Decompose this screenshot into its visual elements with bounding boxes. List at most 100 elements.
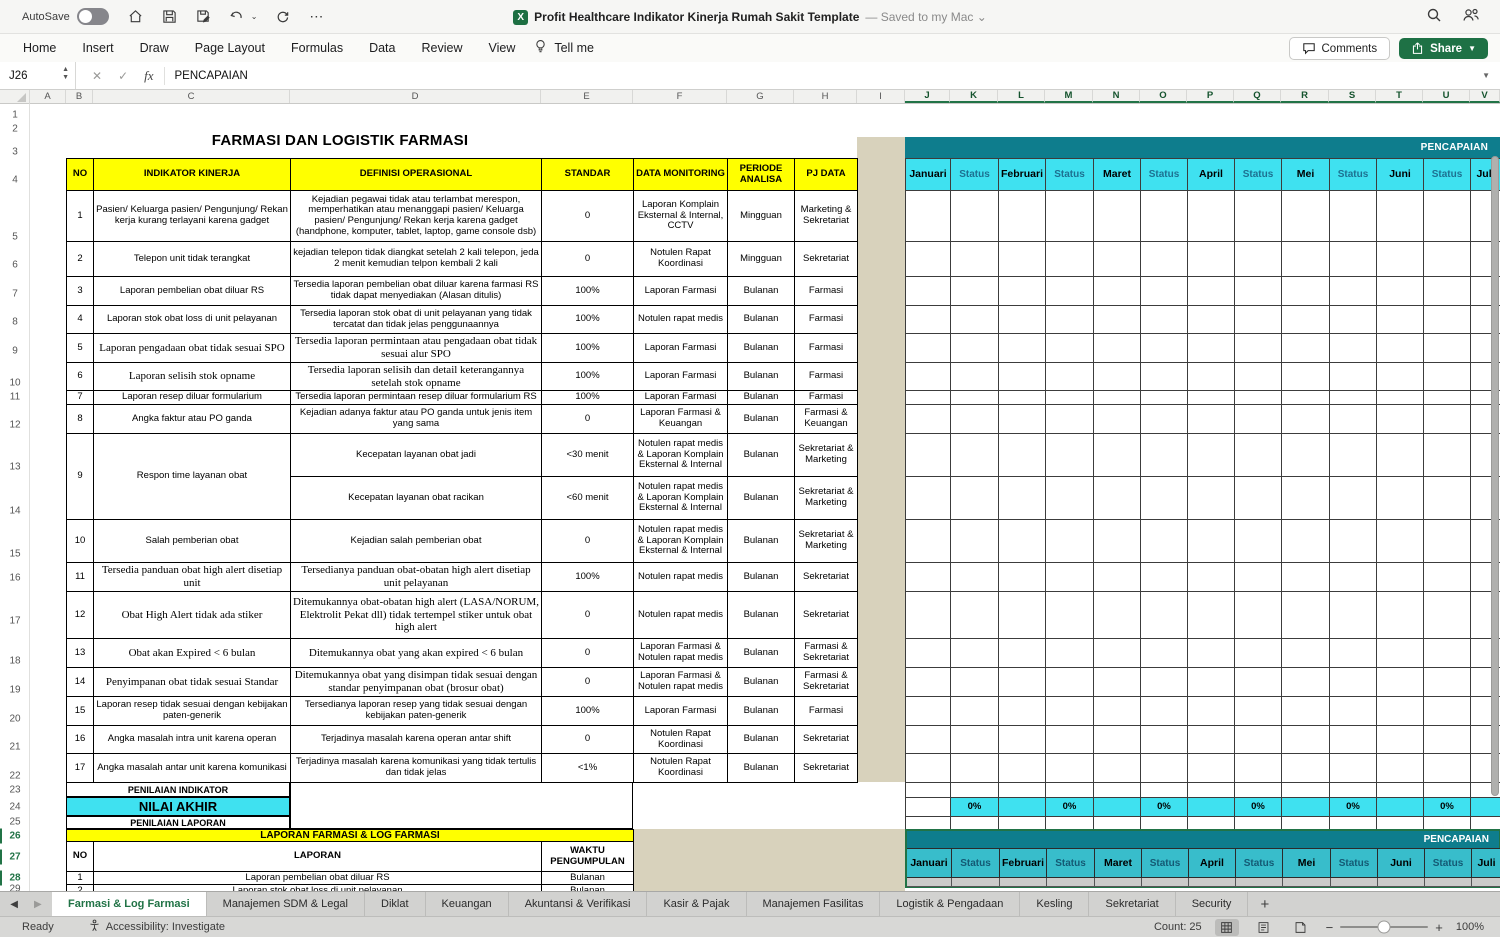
grid-cell[interactable]	[1234, 725, 1282, 754]
grid-cell[interactable]	[950, 476, 999, 520]
cell-indikator[interactable]: Laporan resep tidak sesuai dengan kebija…	[93, 696, 291, 726]
grid-cell[interactable]	[1281, 753, 1330, 783]
cell-periode[interactable]: Mingguan	[727, 190, 795, 242]
cell-definisi[interactable]: Kecepatan layanan obat racikan	[290, 476, 542, 520]
cell-pj[interactable]: Farmasi	[794, 276, 858, 306]
menu-view[interactable]: View	[475, 36, 528, 60]
grid-cell[interactable]	[905, 390, 951, 405]
grid-cell[interactable]	[998, 753, 1046, 783]
cell-definisi[interactable]: Tersedia laporan selisih dan detail kete…	[290, 362, 542, 391]
laporan-cell[interactable]: Bulanan	[541, 871, 634, 886]
grid-cell[interactable]	[1281, 241, 1330, 277]
row-header-28[interactable]: 28	[0, 870, 30, 886]
month-header-cell[interactable]: Maret	[1095, 848, 1142, 878]
grid-cell[interactable]	[905, 333, 951, 363]
cell-indikator[interactable]: Obat High Alert tidak ada stiker	[93, 591, 291, 639]
cell-pj[interactable]: Sekretariat	[794, 725, 858, 754]
cell-pj[interactable]: Sekretariat	[794, 753, 858, 783]
grid-cell[interactable]	[950, 816, 999, 830]
grid-cell[interactable]	[905, 782, 951, 798]
grid-cell[interactable]	[1234, 667, 1282, 697]
grid-cell[interactable]	[1281, 591, 1330, 639]
sheet-tab-kesling[interactable]: Kesling	[1020, 892, 1090, 916]
laporan-cell[interactable]: Laporan pembelian obat diluar RS	[93, 871, 542, 886]
grid-cell[interactable]	[1281, 404, 1330, 434]
cell-periode[interactable]: Bulanan	[727, 362, 795, 391]
status-header-cell[interactable]: Status	[1331, 848, 1378, 878]
grid-cell[interactable]	[1470, 816, 1500, 830]
grid-cell[interactable]	[1423, 241, 1471, 277]
cell-standar[interactable]: 0	[541, 190, 634, 242]
month-header-cell[interactable]: April	[1187, 158, 1235, 191]
col-header-Q[interactable]: Q	[1234, 90, 1281, 103]
grid-cell[interactable]	[950, 591, 999, 639]
col-header-I[interactable]: I	[857, 90, 905, 103]
month-header-cell[interactable]: Februari	[1000, 848, 1047, 878]
cell-indikator[interactable]: Angka masalah antar unit karena komunika…	[93, 753, 291, 783]
month-header-cell[interactable]: Juni	[1378, 848, 1425, 878]
row-header-8[interactable]: 8	[0, 317, 30, 328]
grid-cell[interactable]	[905, 305, 951, 334]
zoom-slider[interactable]: − +	[1326, 920, 1443, 935]
grid-cell[interactable]	[1187, 390, 1235, 405]
home-icon[interactable]	[127, 8, 144, 25]
row-header-5[interactable]: 5	[0, 232, 30, 243]
grid-cell[interactable]	[950, 390, 999, 405]
grid-cell[interactable]	[1187, 591, 1235, 639]
sheet-tab-diklat[interactable]: Diklat	[365, 892, 426, 916]
col-header-O[interactable]: O	[1140, 90, 1187, 103]
cell-indikator[interactable]: Obat akan Expired < 6 bulan	[93, 638, 291, 668]
row-header-16[interactable]: 16	[0, 573, 30, 584]
grid-cell[interactable]	[1281, 190, 1330, 242]
cell-pj[interactable]: Farmasi	[794, 362, 858, 391]
grid-cell[interactable]	[1093, 591, 1141, 639]
cell-no[interactable]: 7	[66, 390, 94, 405]
main-table-header[interactable]: PJ DATA	[794, 158, 858, 191]
row-header-24[interactable]: 24	[0, 802, 30, 813]
cell-standar[interactable]: <60 menit	[541, 476, 634, 520]
menu-page-layout[interactable]: Page Layout	[182, 36, 278, 60]
grid-cell[interactable]	[1187, 476, 1235, 520]
row-header-27[interactable]: 27	[0, 849, 30, 865]
grid-cell[interactable]	[1093, 362, 1141, 391]
grid-cell[interactable]	[1234, 562, 1282, 592]
cell-no[interactable]: 8	[66, 404, 94, 434]
row-header-11[interactable]: 11	[0, 392, 30, 403]
cell-no[interactable]: 10	[66, 519, 94, 563]
name-box-stepper[interactable]: ▲ ▼	[62, 66, 69, 82]
month-header-cell[interactable]: April	[1189, 848, 1236, 878]
cell-indikator[interactable]: Angka faktur atau PO ganda	[93, 404, 291, 434]
formula-input[interactable]: PENCAPAIAN	[175, 70, 248, 82]
sheet-tab-sekretariat[interactable]: Sekretariat	[1089, 892, 1176, 916]
grid-cell[interactable]	[1140, 562, 1188, 592]
cell-indikator[interactable]: Laporan resep diluar formularium	[93, 390, 291, 405]
selected-range[interactable]: PENCAPAIAN Januari Status Februari Status Ma…	[905, 829, 1500, 888]
cell-standar[interactable]: 100%	[541, 362, 634, 391]
grid-cell[interactable]	[905, 816, 951, 830]
grid-cell[interactable]	[1329, 696, 1377, 726]
cell-no[interactable]: 3	[66, 276, 94, 306]
grid-cell[interactable]	[1047, 878, 1095, 887]
grid-cell[interactable]	[1140, 362, 1188, 391]
month-header-cell[interactable]: Januari	[907, 848, 952, 878]
grid-cell[interactable]	[1376, 667, 1424, 697]
grid-cell[interactable]	[1187, 519, 1235, 563]
cell-monitoring[interactable]: Laporan Farmasi	[633, 362, 728, 391]
grid-cell[interactable]	[905, 433, 951, 477]
grid-cell[interactable]	[1093, 816, 1141, 830]
cell-standar[interactable]: 100%	[541, 333, 634, 363]
grid-cell[interactable]	[1281, 276, 1330, 306]
status-header-cell[interactable]: Status	[1047, 848, 1095, 878]
grid-cell[interactable]	[1140, 591, 1188, 639]
grid-cell[interactable]	[1329, 433, 1377, 477]
grid-cell[interactable]	[1329, 190, 1377, 242]
cell-standar[interactable]: 0	[541, 667, 634, 697]
grid-cell[interactable]	[1187, 305, 1235, 334]
cell-definisi[interactable]: Tersedianya panduan obat-obatan high ale…	[290, 562, 542, 592]
grid-cell[interactable]	[1187, 276, 1235, 306]
cancel-icon[interactable]: ✕	[92, 69, 102, 83]
cell-indikator[interactable]: Laporan selisih stok opname	[93, 362, 291, 391]
grid-cell[interactable]	[1234, 390, 1282, 405]
col-header-S[interactable]: S	[1329, 90, 1376, 103]
cell-definisi[interactable]: Kejadian pegawai tidak atau terlambat me…	[290, 190, 542, 242]
